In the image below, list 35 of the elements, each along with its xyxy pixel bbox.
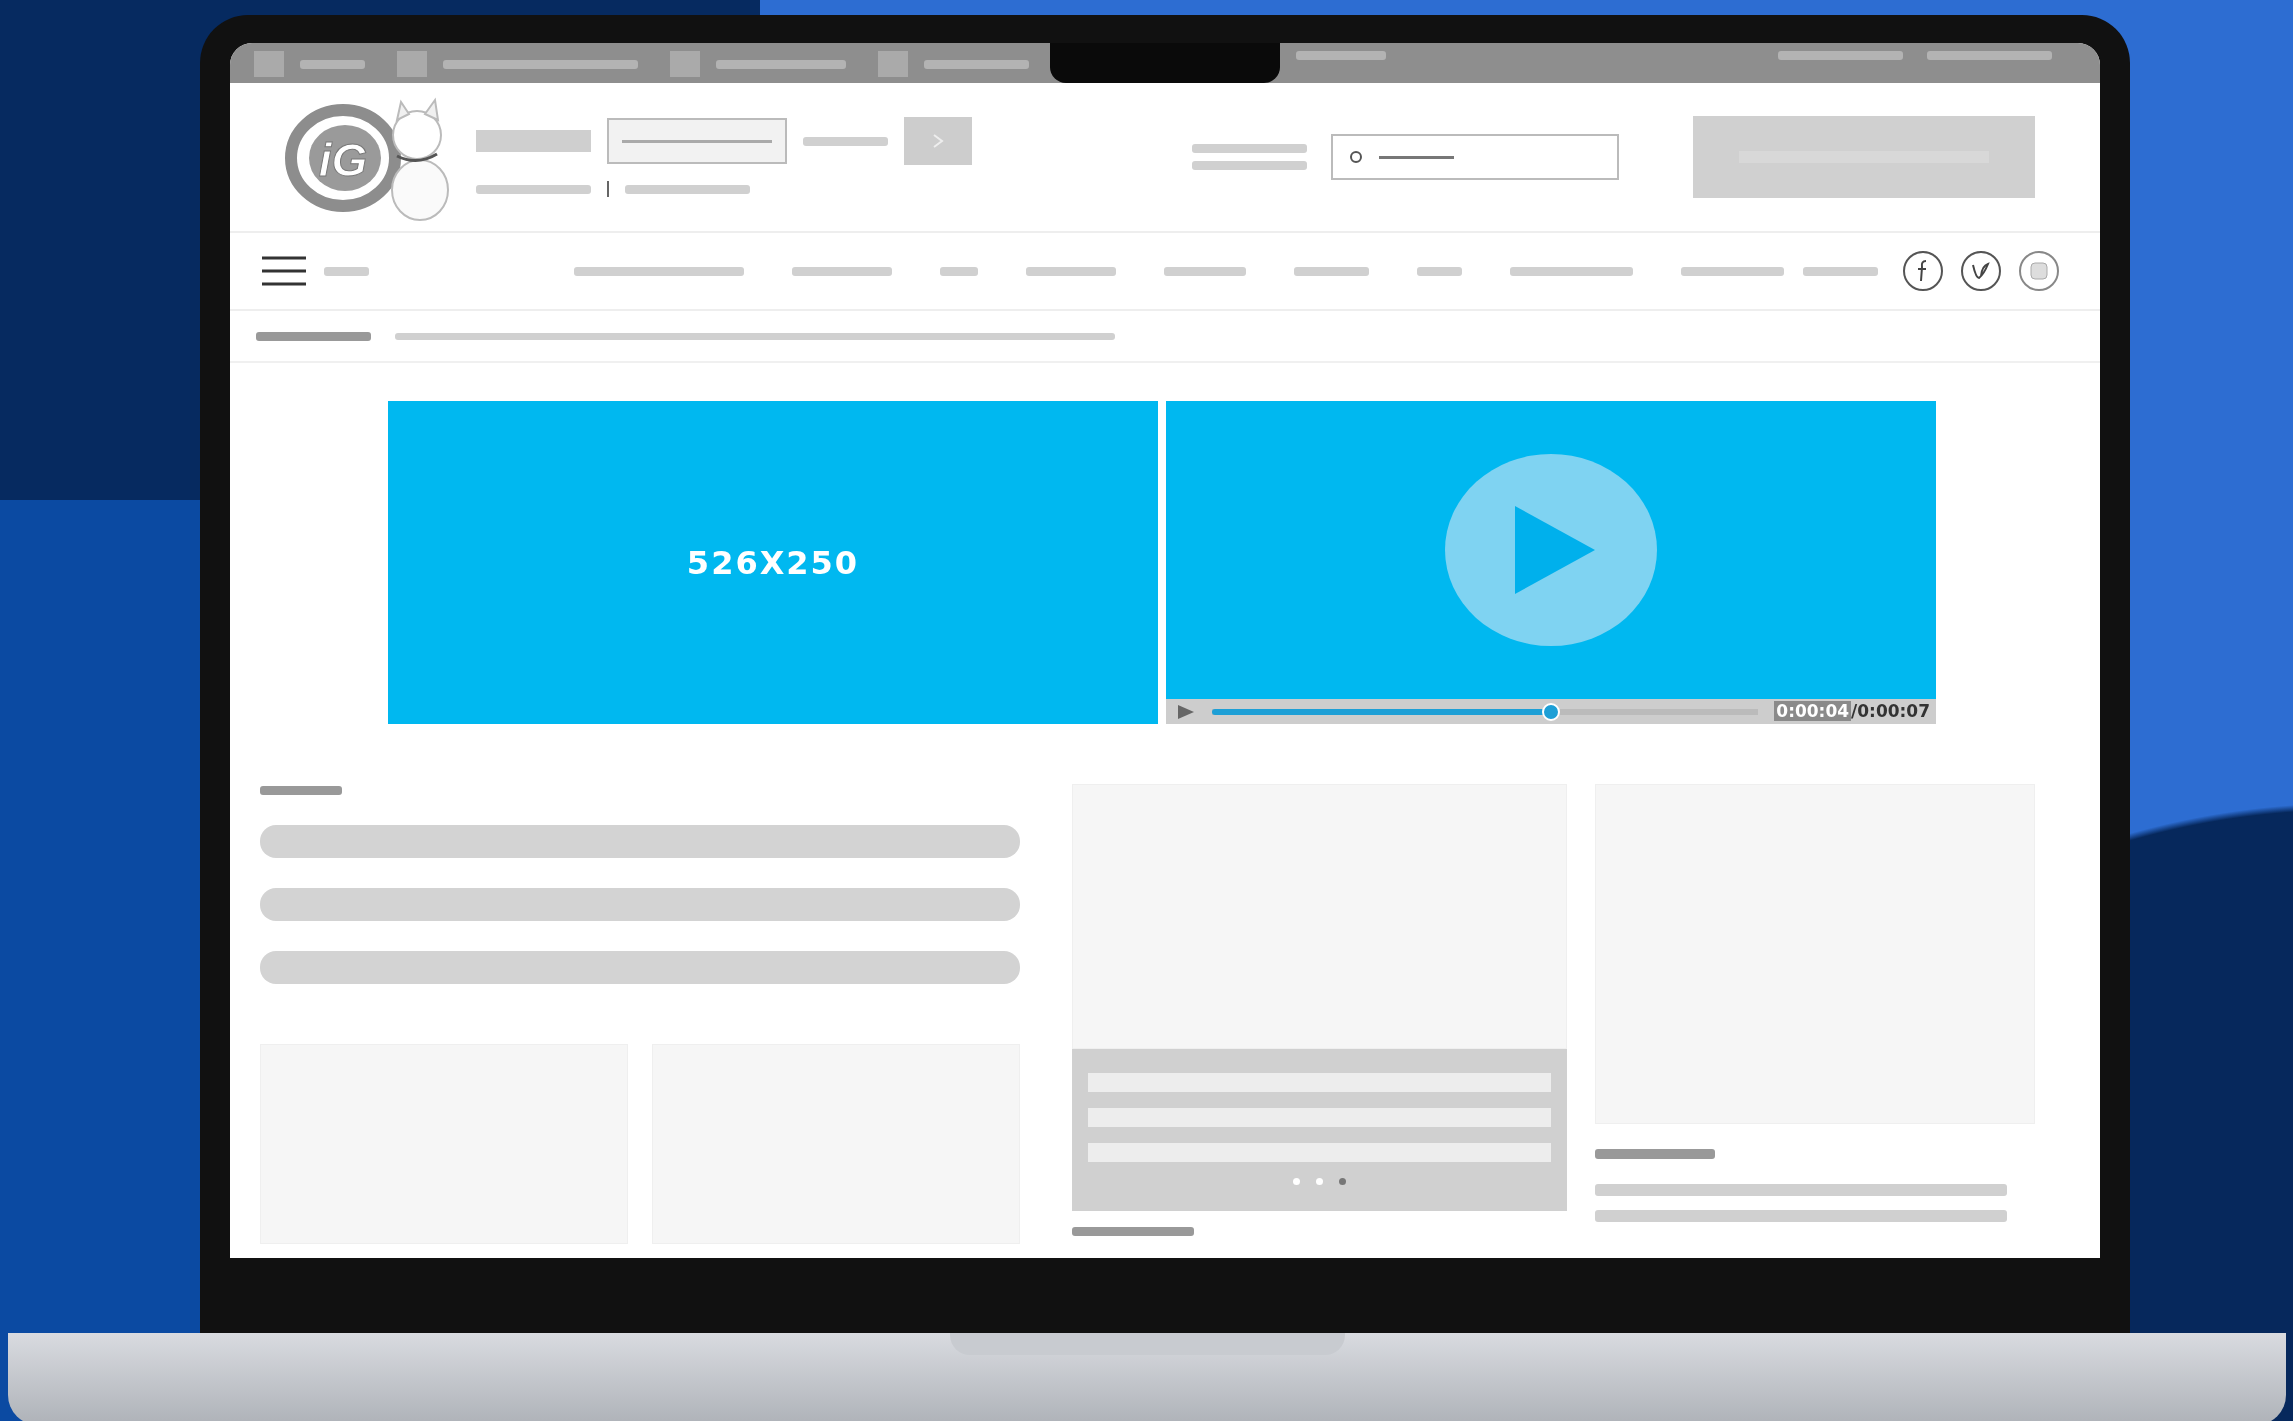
tab-title-bar <box>300 59 365 69</box>
nav-link-bar[interactable] <box>1026 266 1116 276</box>
search-icon <box>1349 150 1363 164</box>
chevron-icon <box>931 133 945 149</box>
nav-link-bar[interactable] <box>1681 266 1784 276</box>
nav-link-bar[interactable] <box>1294 266 1369 276</box>
carousel-dot[interactable] <box>1339 1178 1346 1185</box>
total-time: /0:00:07 <box>1851 700 1930 721</box>
menu-icon[interactable] <box>260 255 308 287</box>
nav-link-bar[interactable] <box>792 266 892 276</box>
browser-tab[interactable] <box>670 51 700 77</box>
social-icon[interactable] <box>1902 250 1944 292</box>
play-icon[interactable] <box>1176 703 1196 720</box>
play-icon[interactable] <box>1445 454 1657 646</box>
logo-text: iG <box>318 133 368 186</box>
input-field[interactable] <box>607 118 787 164</box>
browser-tab[interactable] <box>254 51 284 77</box>
nav-link-bar[interactable] <box>940 266 978 276</box>
carousel-dot[interactable] <box>1316 1178 1323 1185</box>
nav-link-bar[interactable] <box>1417 266 1462 276</box>
banner-size-label: 526X250 <box>686 542 860 584</box>
search-field[interactable] <box>1331 134 1619 180</box>
carousel-dot[interactable] <box>1293 1178 1300 1185</box>
elapsed-time: 0:00:04 <box>1774 700 1852 721</box>
breadcrumb-bar[interactable] <box>256 331 371 341</box>
nav-link-bar[interactable] <box>1510 266 1633 276</box>
browser-tab[interactable] <box>878 51 908 77</box>
submit-button[interactable] <box>904 117 972 165</box>
progress-handle[interactable] <box>1541 702 1560 721</box>
nav-link-bar[interactable] <box>1164 266 1246 276</box>
social-icon[interactable] <box>1960 250 2002 292</box>
nav-link-bar[interactable] <box>574 266 744 276</box>
browser-tab[interactable] <box>397 51 427 77</box>
placeholder-bar <box>324 266 369 276</box>
separator <box>607 181 609 197</box>
